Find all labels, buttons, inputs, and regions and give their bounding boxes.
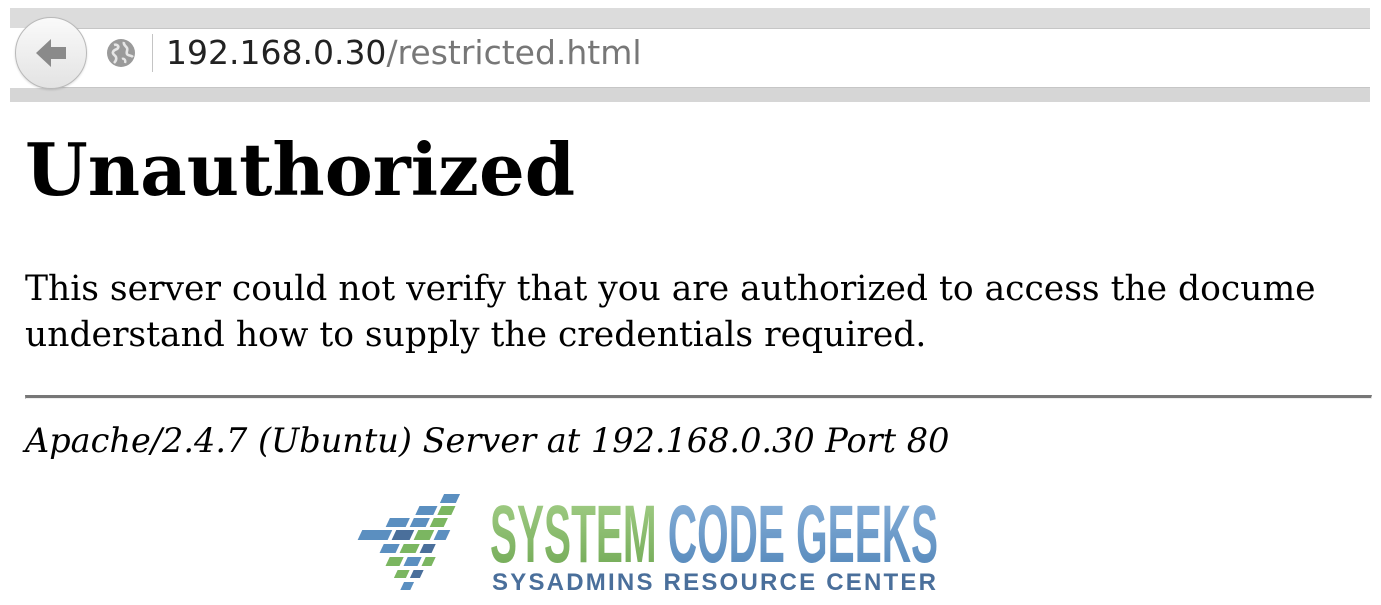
system-code-geeks-logo: SYSTEM CODE GEEKS SYSADMINS RESOURCE CEN… <box>350 492 940 596</box>
url-host: 192.168.0.30 <box>166 33 387 72</box>
toolbar-background <box>10 8 1370 28</box>
logo-wordmark: SYSTEM CODE GEEKS SYSADMINS RESOURCE CEN… <box>490 494 938 594</box>
logo-mark-icon <box>357 494 461 590</box>
error-message-line-2: understand how to supply the credentials… <box>25 315 927 355</box>
horizontal-rule <box>25 395 1372 399</box>
browser-navigation-bar: 192.168.0.30/restricted.html <box>10 8 1370 102</box>
svg-text:SYSADMINS RESOURCE CENTER: SYSADMINS RESOURCE CENTER <box>492 569 936 594</box>
page-title: Unauthorized <box>25 127 576 212</box>
url-text[interactable]: 192.168.0.30/restricted.html <box>166 32 642 74</box>
server-signature: Apache/2.4.7 (Ubuntu) Server at 192.168.… <box>25 421 950 460</box>
error-message: This server could not verify that you ar… <box>25 266 1370 358</box>
globe-icon[interactable] <box>105 37 137 69</box>
address-bar-separator <box>152 34 153 72</box>
url-path: /restricted.html <box>386 33 642 72</box>
toolbar-bottom-strip <box>10 88 1370 102</box>
svg-text:SYSTEM CODE GEEKS: SYSTEM CODE GEEKS <box>490 494 938 580</box>
back-arrow-icon <box>36 39 66 67</box>
back-button[interactable] <box>15 17 87 89</box>
error-message-line-1: This server could not verify that you ar… <box>25 269 1316 309</box>
